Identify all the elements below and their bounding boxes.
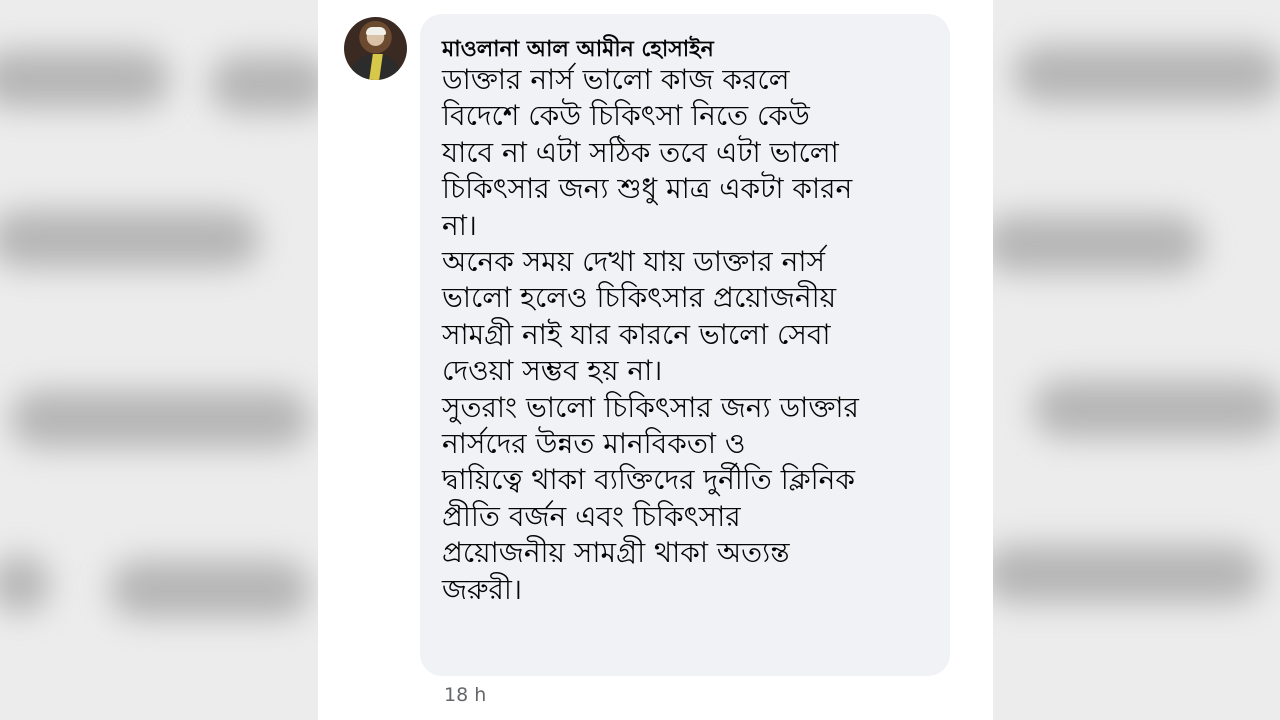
comment-line: প্রীতি বর্জন এবং চিকিৎসার — [442, 499, 741, 533]
comment-line: চিকিৎসার জন্য শুধু মাত্র একটা কারন — [442, 172, 853, 206]
comment-line: যাবে না এটা সঠিক তবে এটা ভালো — [442, 135, 839, 169]
comment-line: সামগ্রী নাই যার কারনে ভালো সেবা — [442, 317, 831, 351]
comment-bubble: মাওলানা আল আমীন হোসাইন ডাক্তার নার্স ভাল… — [420, 14, 950, 676]
comment-line: ভালো হলেও চিকিৎসার প্রয়োজনীয় — [442, 281, 837, 315]
user-avatar-photo[interactable] — [344, 17, 407, 80]
blurred-background-right — [993, 0, 1280, 720]
comment-line: সুতরাং ভালো চিকিৎসার জন্য ডাক্তার — [442, 390, 859, 424]
avatar-cap — [366, 27, 386, 35]
comment-line: না। — [442, 208, 477, 242]
comment-line: প্রয়োজনীয় সামগ্রী থাকা অত্যন্ত — [442, 536, 790, 570]
comment-text: ডাক্তার নার্স ভালো কাজ করলে বিদেশে কেউ চ… — [442, 62, 937, 608]
comment-timestamp[interactable]: 18 h — [444, 684, 486, 706]
comment-line: ডাক্তার নার্স ভালো কাজ করলে — [442, 63, 790, 96]
comment-line: দ্বায়িত্বে থাকা ব্যক্তিদের দুর্নীতি ক্ল… — [442, 463, 855, 497]
blurred-background-left — [0, 0, 318, 720]
comment-line: দেওয়া সম্ভব হয় না। — [442, 354, 663, 388]
comment-line: নার্সদের উন্নত মানবিকতা ও — [442, 427, 746, 461]
comment-panel: মাওলানা আল আমীন হোসাইন ডাক্তার নার্স ভাল… — [318, 0, 993, 720]
comment-line: বিদেশে কেউ চিকিৎসা নিতে কেউ — [442, 99, 810, 133]
comment-line: অনেক সময় দেখা যায় ডাক্তার নার্স — [442, 245, 825, 279]
comment-line: জরুরী। — [442, 572, 522, 606]
